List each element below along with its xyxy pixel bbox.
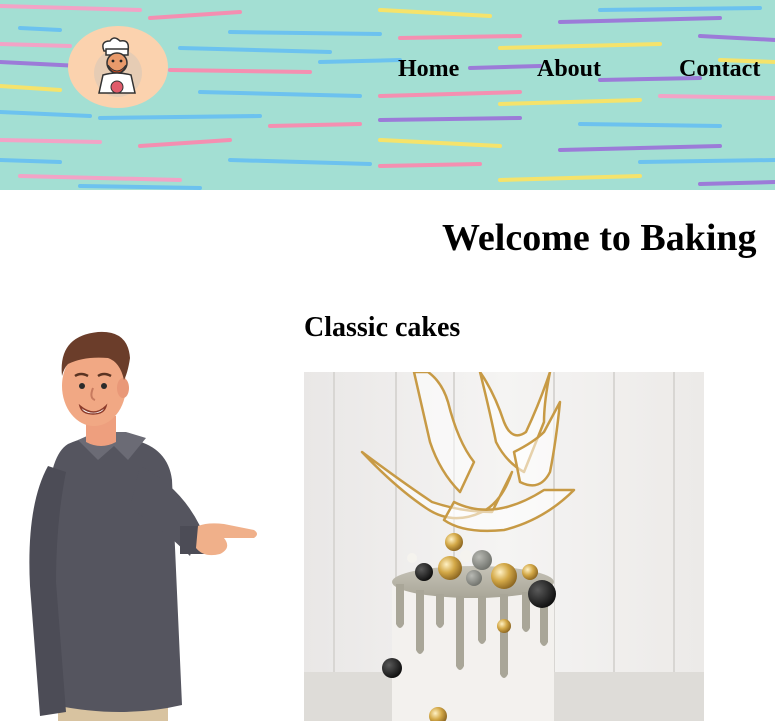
nav-contact-link[interactable]: Contact (679, 56, 760, 83)
nav-about-link[interactable]: About (537, 56, 601, 83)
main-nav: Home About Contact (0, 56, 775, 86)
cake-image (304, 372, 704, 721)
section-title: Classic cakes (304, 312, 461, 343)
pointing-man-illustration (29, 331, 257, 721)
nav-home-link[interactable]: Home (398, 56, 459, 83)
page-title: Welcome to Baking (442, 217, 757, 259)
site-header: Home About Contact (0, 0, 775, 190)
drip-cake-photo[interactable] (304, 372, 704, 721)
